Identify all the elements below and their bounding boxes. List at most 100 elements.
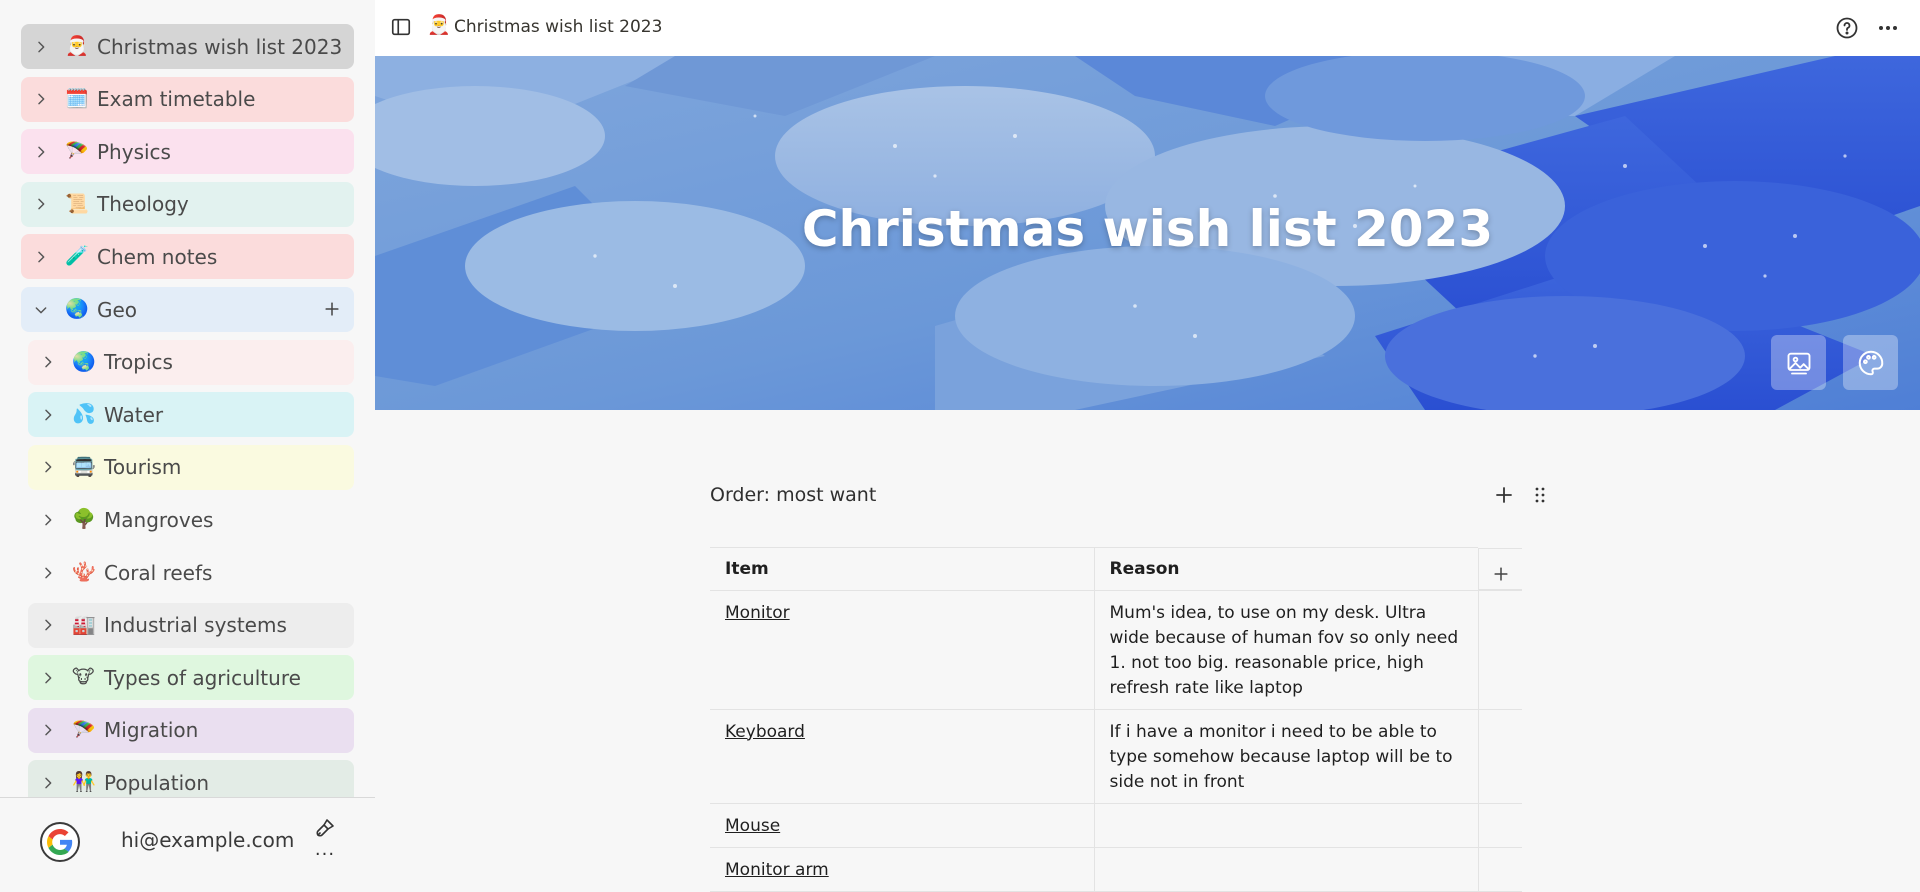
cell-reason[interactable]: Mum's idea, to use on my desk. Ultra wid… bbox=[1093, 589, 1478, 710]
sidebar-item-label: Migration bbox=[104, 718, 199, 743]
sidebar-item[interactable]: 🌏 Tropics bbox=[28, 339, 354, 385]
cell-item[interactable]: Monitor bbox=[710, 589, 1094, 710]
add-block-icon[interactable] bbox=[1492, 483, 1516, 507]
sidebar-item[interactable]: 🗓️ Exam timetable bbox=[21, 76, 354, 122]
cell-item[interactable]: Monitor arm bbox=[710, 846, 1094, 892]
cell-reason[interactable]: If i have a monitor i need to be able to… bbox=[1093, 708, 1478, 804]
page-emoji-icon: 🌏 bbox=[65, 298, 89, 320]
sidebar-item[interactable]: 🎅 Christmas wish list 2023 bbox=[21, 24, 354, 69]
drag-handle-icon[interactable] bbox=[1528, 483, 1552, 507]
wish-list-table: Item Reason Monitor Mum's idea, to use o… bbox=[710, 547, 1522, 892]
page-emoji-icon: 🐮 bbox=[72, 666, 95, 689]
block-title[interactable]: Order: most want bbox=[710, 484, 876, 506]
chevron-right-icon[interactable] bbox=[38, 668, 58, 688]
sidebar-item-label: Industrial systems bbox=[104, 613, 287, 638]
sidebar-item-label: Tropics bbox=[104, 350, 173, 375]
more-options-icon[interactable]: ... bbox=[313, 841, 337, 864]
page-emoji-icon: 🪂 bbox=[72, 718, 96, 741]
page-menu-icon[interactable] bbox=[1875, 16, 1901, 40]
table-row: Mouse bbox=[710, 802, 1522, 848]
sidebar-item-label: Exam timetable bbox=[97, 87, 256, 112]
page-emoji-icon: 🧪 bbox=[65, 245, 89, 268]
sidebar-item[interactable]: 👫 Population bbox=[28, 760, 354, 797]
sidebar-toggle-icon[interactable] bbox=[390, 16, 414, 40]
page-emoji-icon: 🎅 bbox=[427, 14, 451, 36]
sidebar-item[interactable]: 🏭 Industrial systems bbox=[28, 602, 354, 648]
table-row: Monitor arm bbox=[710, 846, 1522, 892]
item-link[interactable]: Keyboard bbox=[725, 722, 805, 742]
sidebar-item-label: Tourism bbox=[104, 455, 182, 480]
image-icon bbox=[1787, 352, 1810, 374]
page-emoji-icon: 🌳 bbox=[72, 508, 96, 531]
chevron-right-icon[interactable] bbox=[38, 457, 58, 477]
column-header-reason[interactable]: Reason bbox=[1093, 547, 1478, 591]
palette-icon bbox=[1858, 350, 1883, 375]
sidebar-item-label: Water bbox=[104, 402, 164, 427]
sidebar-item-label: Christmas wish list 2023 bbox=[97, 34, 343, 59]
cover-title: Christmas wish list 2023 bbox=[801, 200, 1494, 258]
cell-item[interactable]: Mouse bbox=[710, 802, 1094, 848]
sidebar-item-label: Chem notes bbox=[97, 244, 218, 269]
page-emoji-icon: 🎅 bbox=[65, 35, 89, 57]
item-link[interactable]: Monitor bbox=[725, 603, 790, 623]
cell-empty bbox=[1477, 802, 1522, 848]
sidebar-page-list: 🎅 Christmas wish list 2023 🗓️ Exam timetabl… bbox=[0, 0, 375, 797]
sidebar-item[interactable]: 📜 Theology bbox=[21, 181, 354, 227]
sidebar-item[interactable]: 🧪 Chem notes bbox=[21, 234, 354, 280]
page-emoji-icon: 🚍 bbox=[72, 455, 96, 478]
sidebar-item[interactable]: 🪸 Coral reefs bbox=[28, 550, 354, 595]
page-emoji-icon: 🏭 bbox=[72, 613, 96, 636]
cell-empty bbox=[1477, 708, 1522, 804]
sidebar-item[interactable]: 💦 Water bbox=[28, 392, 354, 438]
sidebar-item[interactable]: 🪂 Physics bbox=[21, 129, 354, 175]
theme-brush-icon[interactable] bbox=[313, 816, 337, 840]
chevron-right-icon[interactable] bbox=[31, 142, 51, 162]
sidebar-item[interactable]: 🐮 Types of agriculture bbox=[28, 655, 354, 701]
google-account-avatar[interactable] bbox=[40, 822, 80, 862]
chevron-right-icon[interactable] bbox=[38, 773, 58, 793]
sidebar-footer: hi@example.com ... bbox=[0, 797, 375, 883]
chevron-down-icon[interactable] bbox=[31, 300, 51, 320]
chevron-right-icon[interactable] bbox=[38, 563, 58, 583]
chevron-right-icon[interactable] bbox=[31, 247, 51, 267]
item-link[interactable]: Mouse bbox=[725, 816, 780, 836]
chevron-right-icon[interactable] bbox=[38, 720, 58, 740]
page-emoji-icon: 📜 bbox=[65, 192, 89, 215]
chevron-right-icon[interactable] bbox=[38, 405, 58, 425]
table-row: Monitor Mum's idea, to use on my desk. U… bbox=[710, 589, 1522, 710]
add-column-button[interactable] bbox=[1478, 547, 1522, 590]
chevron-right-icon[interactable] bbox=[31, 89, 51, 109]
sidebar-item[interactable]: 🚍 Tourism bbox=[28, 444, 354, 490]
cell-item[interactable]: Keyboard bbox=[710, 708, 1094, 804]
page-emoji-icon: 🪸 bbox=[72, 561, 96, 583]
page-emoji-icon: 🗓️ bbox=[65, 87, 89, 110]
add-subpage-icon[interactable] bbox=[320, 297, 344, 321]
page-emoji-icon: 🪂 bbox=[65, 140, 89, 163]
sidebar-item-label: Mangroves bbox=[104, 507, 214, 532]
plus-icon bbox=[1493, 567, 1508, 581]
column-header-item[interactable]: Item bbox=[710, 547, 1094, 591]
chevron-right-icon[interactable] bbox=[31, 194, 51, 214]
chevron-right-icon[interactable] bbox=[38, 615, 58, 635]
sidebar-item-label: Types of agriculture bbox=[104, 665, 301, 690]
cell-reason[interactable] bbox=[1093, 802, 1478, 848]
sidebar-item[interactable]: 🌏 Geo bbox=[21, 287, 354, 332]
sidebar-item[interactable]: 🪂 Migration bbox=[28, 707, 354, 753]
sidebar: 🎅 Christmas wish list 2023 🗓️ Exam timetabl… bbox=[0, 0, 375, 883]
chevron-right-icon[interactable] bbox=[31, 37, 51, 57]
breadcrumb-title[interactable]: Christmas wish list 2023 bbox=[454, 17, 662, 37]
chevron-right-icon[interactable] bbox=[38, 510, 58, 530]
sidebar-item-label: Physics bbox=[97, 139, 171, 164]
sidebar-item-label: Geo bbox=[97, 297, 138, 322]
table-header-row: Item Reason bbox=[710, 547, 1522, 591]
account-email: hi@example.com bbox=[121, 828, 295, 852]
theme-palette-button[interactable] bbox=[1843, 335, 1898, 390]
chevron-right-icon[interactable] bbox=[38, 352, 58, 372]
help-icon[interactable] bbox=[1835, 16, 1859, 40]
top-bar: 🎅 Christmas wish list 2023 bbox=[375, 0, 1920, 56]
item-link[interactable]: Monitor arm bbox=[725, 860, 829, 880]
cell-reason[interactable] bbox=[1093, 846, 1478, 892]
sidebar-item[interactable]: 🌳 Mangroves bbox=[28, 497, 354, 543]
sidebar-item-label: Theology bbox=[97, 192, 189, 217]
change-cover-button[interactable] bbox=[1771, 335, 1826, 390]
